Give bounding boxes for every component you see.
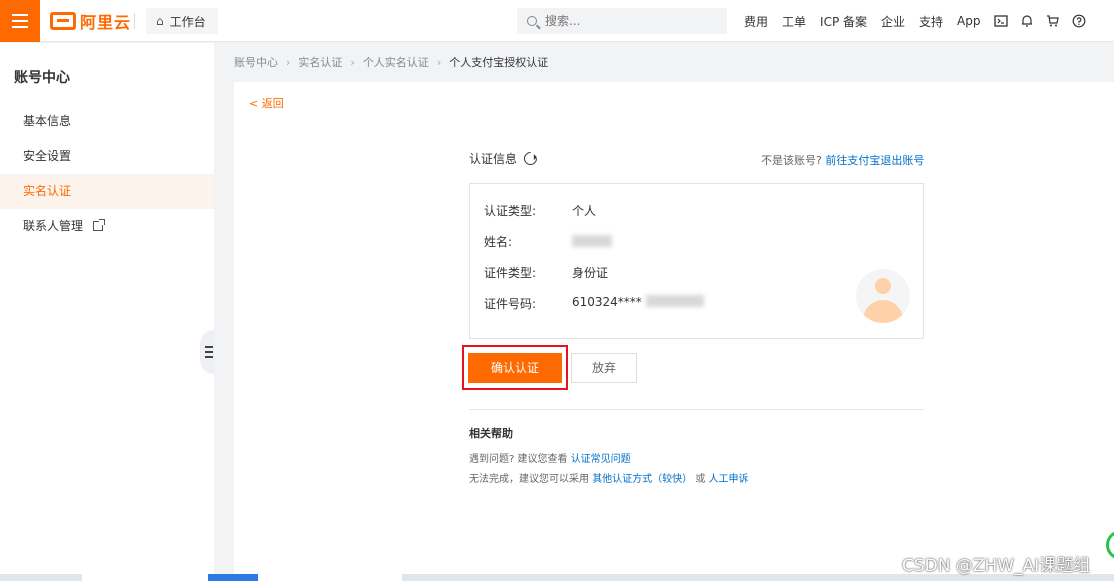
divider xyxy=(134,13,135,29)
sidebar-item-basic-info[interactable]: 基本信息 xyxy=(0,104,214,139)
redacted-block xyxy=(645,295,704,307)
divider xyxy=(469,409,924,410)
nav-link-icp[interactable]: ICP 备案 xyxy=(820,13,867,30)
confirm-auth-button[interactable]: 确认认证 xyxy=(468,353,562,383)
info-value: 610324**** xyxy=(572,295,642,309)
taskbar-item-active[interactable] xyxy=(208,574,258,581)
help-line-alternatives: 无法完成，建议您可以采用 其他认证方式（较快） 或 人工申诉 xyxy=(469,470,749,485)
not-account-text: 不是该账号? xyxy=(761,154,822,167)
nav-link-support[interactable]: 支持 xyxy=(919,13,943,30)
nav-link-tickets[interactable]: 工单 xyxy=(782,13,806,30)
breadcrumb-real-name[interactable]: 实名认证 xyxy=(298,54,342,70)
breadcrumb-current: 个人支付宝授权认证 xyxy=(449,56,549,69)
help-icon[interactable] xyxy=(1072,14,1086,28)
info-value-redacted xyxy=(572,233,612,250)
top-nav-icons xyxy=(994,0,1098,42)
info-row-id-type: 证件类型: 身份证 xyxy=(484,264,608,281)
home-icon: ⌂ xyxy=(156,14,164,28)
breadcrumb: 账号中心 › 实名认证 › 个人实名认证 › 个人支付宝授权认证 xyxy=(234,54,548,70)
info-key: 姓名: xyxy=(484,235,513,249)
terminal-icon[interactable] xyxy=(994,14,1008,28)
help-text: 遇到问题? 建议您查看 xyxy=(469,454,568,465)
bell-icon[interactable] xyxy=(1020,14,1034,28)
faq-link[interactable]: 认证常见问题 xyxy=(571,454,631,465)
nav-link-fees[interactable]: 费用 xyxy=(744,13,768,30)
info-key: 证件号码: xyxy=(484,297,537,311)
alipay-logout-link[interactable]: 前往支付宝退出账号 xyxy=(825,154,924,167)
chevron-right-icon: › xyxy=(436,55,442,69)
top-nav-links: 费用 工单 ICP 备案 企业 支持 App xyxy=(744,0,995,42)
sidebar: 账号中心 基本信息 安全设置 实名认证 联系人管理 xyxy=(0,43,214,581)
aliyun-logo[interactable]: 阿里云 xyxy=(50,10,131,32)
help-line-faq: 遇到问题? 建议您查看 认证常见问题 xyxy=(469,450,631,465)
info-row-id-number: 证件号码: 610324**** xyxy=(484,295,704,312)
nav-link-enterprise[interactable]: 企业 xyxy=(881,13,905,30)
sidebar-item-label: 联系人管理 xyxy=(23,219,84,233)
nav-link-app[interactable]: App xyxy=(957,14,980,28)
info-row-name: 姓名: xyxy=(484,233,612,250)
back-link[interactable]: < 返回 xyxy=(249,95,284,111)
breadcrumb-account-center[interactable]: 账号中心 xyxy=(234,54,278,70)
refresh-icon[interactable] xyxy=(521,149,540,168)
info-header: 认证信息 xyxy=(469,149,540,168)
give-up-button[interactable]: 放弃 xyxy=(571,353,637,383)
sidebar-item-label: 实名认证 xyxy=(23,184,72,198)
help-title: 相关帮助 xyxy=(469,427,513,440)
aliyun-logo-mark-icon xyxy=(50,12,76,30)
info-value: 个人 xyxy=(572,204,597,218)
sidebar-item-security[interactable]: 安全设置 xyxy=(0,139,214,174)
manual-appeal-link[interactable]: 人工申诉 xyxy=(709,474,749,485)
other-auth-link[interactable]: 其他认证方式（较快） xyxy=(592,474,692,485)
watermark: CSDN @ZHW_AI课题组 xyxy=(902,556,1091,576)
sidebar-item-real-name[interactable]: 实名认证 xyxy=(0,174,214,209)
taskbar-item[interactable] xyxy=(258,574,402,581)
main-panel: < 返回 认证信息 不是该账号? 前往支付宝退出账号 认证类型: 个人 姓名: … xyxy=(234,82,1114,581)
breadcrumb-personal-real-name[interactable]: 个人实名认证 xyxy=(363,54,429,70)
info-row-auth-type: 认证类型: 个人 xyxy=(484,202,596,219)
sidebar-title: 账号中心 xyxy=(14,70,70,86)
avatar xyxy=(856,269,910,323)
search-box[interactable] xyxy=(517,8,727,34)
logo-text: 阿里云 xyxy=(80,13,132,32)
sidebar-collapse-handle[interactable] xyxy=(200,330,214,374)
cart-icon[interactable] xyxy=(1046,14,1060,28)
sidebar-item-label: 基本信息 xyxy=(23,114,72,128)
info-key: 证件类型: xyxy=(484,266,537,280)
workbench-button[interactable]: ⌂ 工作台 xyxy=(146,8,218,34)
help-text: 无法完成，建议您可以采用 xyxy=(469,474,589,485)
sidebar-item-label: 安全设置 xyxy=(23,149,72,163)
not-account-notice: 不是该账号? 前往支付宝退出账号 xyxy=(761,152,924,168)
external-link-icon xyxy=(92,219,105,231)
search-icon xyxy=(527,16,537,26)
auth-info-card: 认证类型: 个人 姓名: 证件类型: 身份证 证件号码: 610324**** xyxy=(469,183,924,339)
chevron-right-icon: › xyxy=(350,55,355,69)
search-input[interactable] xyxy=(545,14,705,28)
sidebar-item-contacts[interactable]: 联系人管理 xyxy=(0,209,214,244)
taskbar-item[interactable] xyxy=(82,574,208,581)
top-bar: 阿里云 ⌂ 工作台 费用 工单 ICP 备案 企业 支持 App xyxy=(0,0,1114,42)
info-value: 身份证 xyxy=(572,266,609,280)
menu-icon[interactable] xyxy=(0,0,40,42)
help-or-text: 或 xyxy=(695,474,706,485)
chevron-right-icon: › xyxy=(286,55,291,69)
info-title: 认证信息 xyxy=(469,152,518,166)
workbench-label: 工作台 xyxy=(169,14,206,29)
info-key: 认证类型: xyxy=(484,204,537,218)
